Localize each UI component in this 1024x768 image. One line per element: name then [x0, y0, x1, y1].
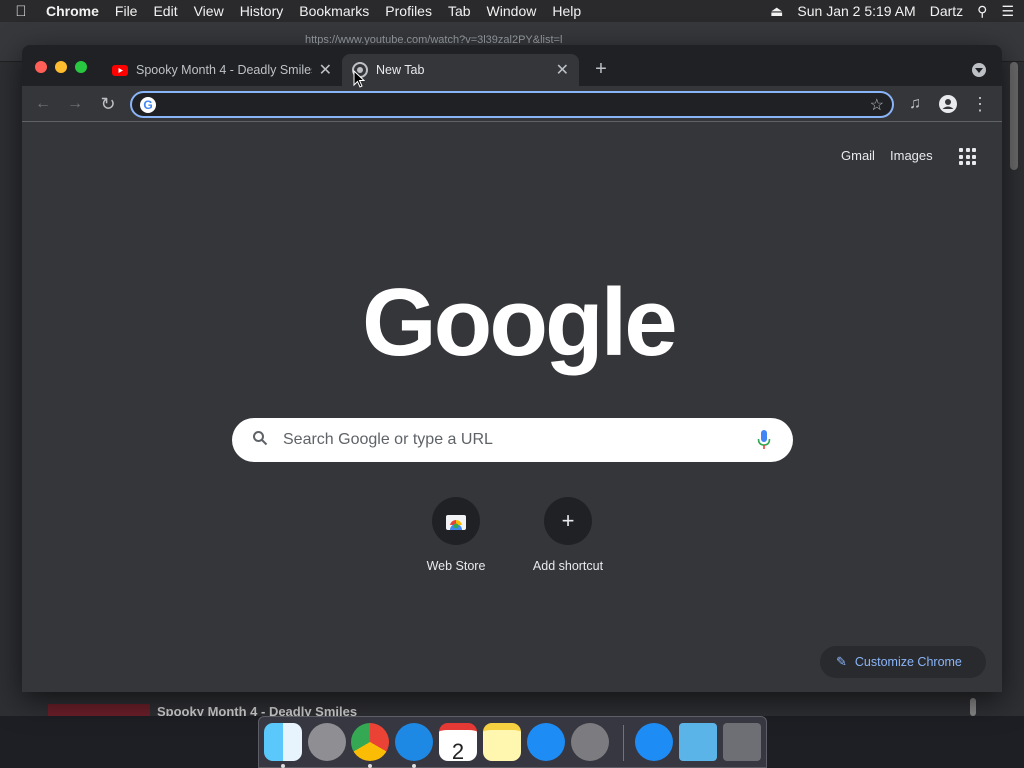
- running-indicator: [368, 764, 372, 768]
- profile-avatar-icon[interactable]: [938, 94, 958, 114]
- search-box[interactable]: [232, 418, 793, 462]
- minimize-window-button[interactable]: [55, 61, 67, 73]
- dock-separator: [623, 725, 624, 761]
- images-link[interactable]: Images: [890, 148, 933, 163]
- address-bar[interactable]: G ☆: [130, 91, 894, 118]
- finder-icon[interactable]: [264, 723, 302, 761]
- tab-new-tab[interactable]: New Tab ✕: [342, 54, 579, 86]
- menu-kebab-icon[interactable]: ⋮: [970, 94, 990, 114]
- reload-icon[interactable]: ↻: [98, 94, 118, 114]
- web-store-icon: [432, 497, 480, 545]
- menu-bookmarks[interactable]: Bookmarks: [291, 3, 377, 19]
- close-window-button[interactable]: [35, 61, 47, 73]
- media-control-icon[interactable]: ♫: [905, 94, 925, 114]
- background-scrollbar[interactable]: [970, 698, 976, 716]
- menu-history[interactable]: History: [232, 3, 292, 19]
- video-title[interactable]: Spooky Month 4 - Deadly Smiles: [157, 704, 357, 716]
- running-indicator: [281, 764, 285, 768]
- new-tab-button[interactable]: +: [591, 58, 611, 81]
- youtube-icon: [112, 65, 128, 76]
- menu-app-name[interactable]: Chrome: [42, 3, 107, 19]
- google-logo: Google: [362, 269, 678, 376]
- microphone-icon[interactable]: [757, 430, 771, 450]
- trash-icon[interactable]: [723, 723, 761, 761]
- eject-icon[interactable]: ⏏: [770, 3, 783, 20]
- calendar-icon[interactable]: 2: [439, 723, 477, 764]
- customize-label: Customize Chrome: [854, 655, 962, 669]
- chrome-dock-icon[interactable]: [351, 723, 389, 761]
- dock: 2: [258, 716, 767, 768]
- tab-spooky-month[interactable]: Spooky Month 4 - Deadly Smiles ✕: [102, 54, 342, 86]
- address-input[interactable]: [164, 95, 854, 114]
- bookmark-star-icon[interactable]: ☆: [870, 95, 884, 115]
- app-store-icon[interactable]: [527, 723, 565, 761]
- browser-toolbar: ← → ↻ G ☆ ♫ ⋮: [22, 86, 1002, 122]
- launchpad-icon[interactable]: [308, 723, 346, 761]
- notification-center-icon[interactable]: ☰: [1001, 3, 1014, 20]
- gmail-link[interactable]: Gmail: [841, 148, 875, 163]
- video-thumbnail[interactable]: [48, 704, 150, 716]
- chrome-window: Spooky Month 4 - Deadly Smiles ✕ New Tab…: [22, 45, 1002, 692]
- menu-file[interactable]: File: [107, 3, 146, 19]
- plus-icon: +: [544, 497, 592, 545]
- menu-edit[interactable]: Edit: [145, 3, 185, 19]
- google-apps-icon[interactable]: [959, 148, 976, 165]
- menubar-clock[interactable]: Sun Jan 2 5:19 AM: [797, 3, 915, 19]
- shortcut-label: Add shortcut: [532, 559, 604, 573]
- menu-help[interactable]: Help: [544, 3, 589, 19]
- shortcut-add[interactable]: + Add shortcut: [512, 497, 624, 573]
- spotlight-icon[interactable]: ⚲: [977, 3, 987, 20]
- close-tab-icon[interactable]: ✕: [319, 60, 332, 80]
- apple-menu-icon[interactable]: : [0, 3, 42, 20]
- new-tab-page: Gmail Images Google Web Store + Add shor…: [22, 123, 1002, 692]
- menu-view[interactable]: View: [186, 3, 232, 19]
- search-icon: [253, 431, 268, 446]
- page-scrollbar[interactable]: [1010, 62, 1018, 170]
- tab-title: New Tab: [376, 63, 425, 77]
- menu-tab[interactable]: Tab: [440, 3, 479, 19]
- customize-chrome-button[interactable]: ✎ Customize Chrome: [820, 646, 986, 678]
- tab-strip: Spooky Month 4 - Deadly Smiles ✕ New Tab…: [22, 45, 1002, 86]
- downloads-folder-icon[interactable]: [679, 723, 717, 761]
- zoom-window-button[interactable]: [75, 61, 87, 73]
- notes-icon[interactable]: [483, 723, 521, 761]
- search-input[interactable]: [283, 429, 743, 451]
- system-preferences-icon[interactable]: [571, 723, 609, 761]
- menubar-user[interactable]: Dartz: [930, 3, 963, 19]
- safari-icon[interactable]: [395, 723, 433, 761]
- menu-bar:  Chrome File Edit View History Bookmark…: [0, 0, 1024, 22]
- app-store-installer-icon[interactable]: [635, 723, 673, 761]
- google-g-icon: G: [140, 97, 156, 113]
- forward-icon[interactable]: →: [65, 94, 85, 114]
- shortcut-web-store[interactable]: Web Store: [400, 497, 512, 573]
- menu-profiles[interactable]: Profiles: [377, 3, 440, 19]
- tab-search-icon[interactable]: [972, 63, 986, 77]
- pencil-icon: ✎: [836, 654, 847, 669]
- menu-window[interactable]: Window: [479, 3, 545, 19]
- back-icon[interactable]: ←: [33, 94, 53, 114]
- shortcut-label: Web Store: [426, 559, 486, 573]
- close-tab-icon[interactable]: ✕: [556, 60, 569, 80]
- tab-title: Spooky Month 4 - Deadly Smiles: [136, 63, 312, 77]
- mouse-cursor-icon: [353, 70, 365, 88]
- running-indicator: [412, 764, 416, 768]
